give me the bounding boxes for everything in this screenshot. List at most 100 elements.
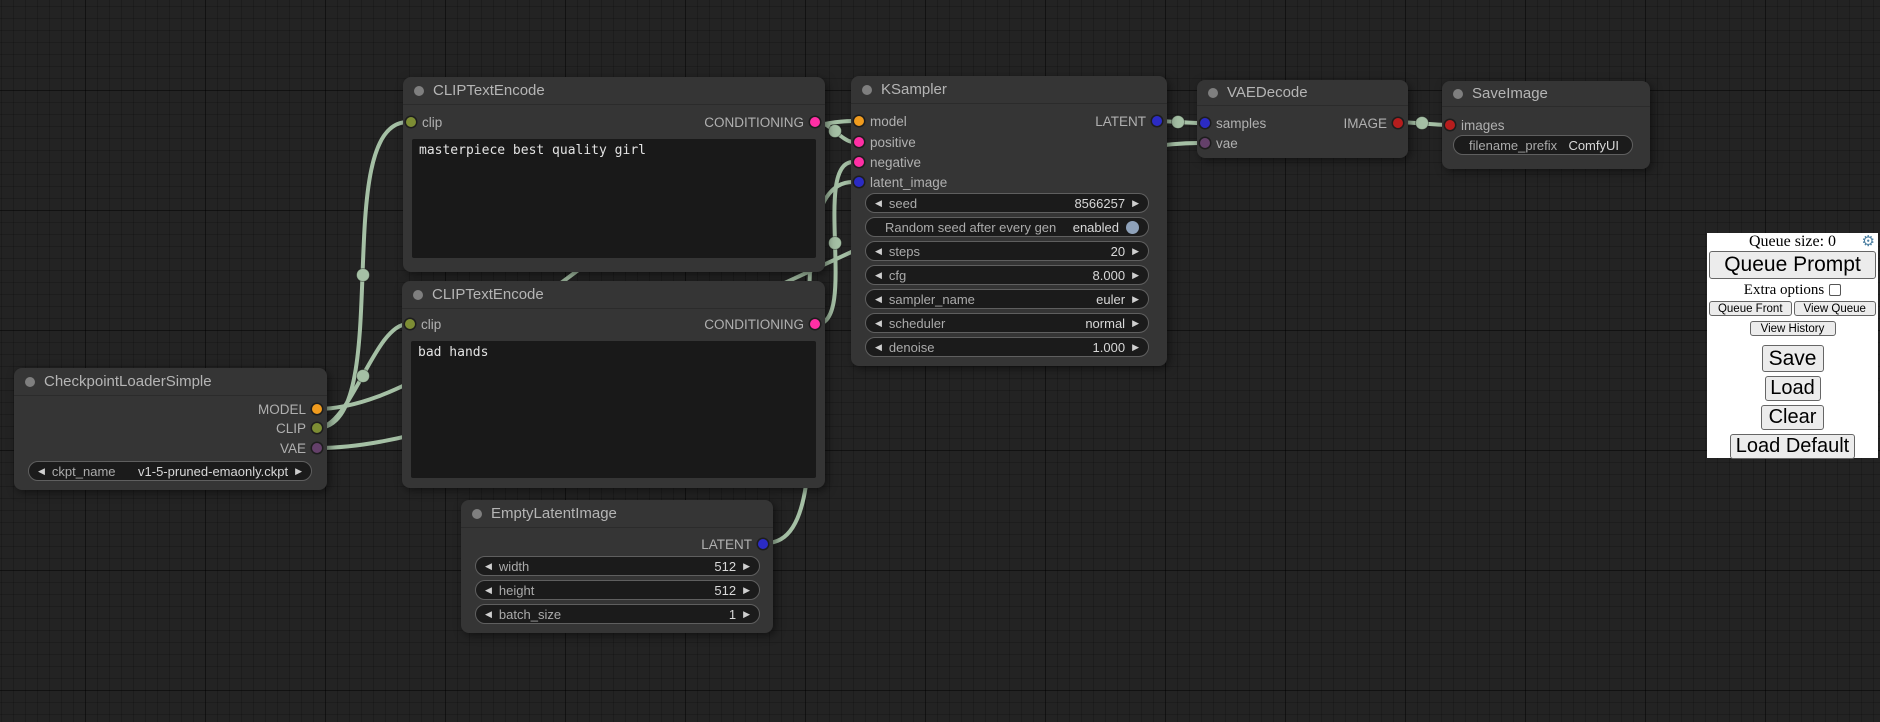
right-arrow-icon[interactable]: ▶ (743, 610, 750, 619)
left-arrow-icon[interactable]: ◀ (38, 467, 45, 476)
clip-port-icon[interactable] (406, 117, 416, 127)
node-title: CheckpointLoaderSimple (44, 373, 212, 390)
slot-input-vae: vae (1200, 133, 1238, 153)
node-ksampler[interactable]: KSampler model positive negative latent_… (851, 76, 1167, 366)
right-arrow-icon[interactable]: ▶ (1132, 343, 1139, 352)
node-collapse-dot-icon[interactable] (25, 377, 35, 387)
latent-port-icon[interactable] (1200, 118, 1210, 128)
latent-port-icon[interactable] (854, 177, 864, 187)
node-title-bar[interactable]: CheckpointLoaderSimple (14, 368, 327, 396)
right-arrow-icon[interactable]: ▶ (1132, 199, 1139, 208)
toggle-on-icon[interactable] (1126, 221, 1139, 234)
right-arrow-icon[interactable]: ▶ (1132, 319, 1139, 328)
slot-input-negative: negative (854, 152, 921, 172)
prompt-textarea[interactable]: masterpiece best quality girl (412, 139, 816, 258)
widget-value: v1-5-pruned-emaonly.ckpt (138, 464, 288, 479)
widget-denoise[interactable]: ◀ denoise 1.000 ▶ (865, 337, 1149, 357)
workflow-buttons: Save Load Clear Load Default (1709, 345, 1876, 459)
node-collapse-dot-icon[interactable] (1453, 89, 1463, 99)
left-arrow-icon[interactable]: ◀ (875, 319, 882, 328)
conditioning-port-icon[interactable] (854, 157, 864, 167)
right-arrow-icon[interactable]: ▶ (1132, 295, 1139, 304)
node-title-bar[interactable]: CLIPTextEncode (402, 281, 825, 309)
load-button[interactable]: Load (1765, 376, 1821, 401)
widget-value: 8566257 (1074, 196, 1125, 211)
slot-input-clip: clip (405, 314, 441, 334)
node-title: CLIPTextEncode (433, 82, 545, 99)
node-save-image[interactable]: SaveImage images filename_prefix ComfyUI (1442, 81, 1650, 169)
widget-random-seed-toggle[interactable]: Random seed after every gen enabled (865, 217, 1149, 237)
view-history-button[interactable]: View History (1750, 321, 1836, 336)
image-port-icon[interactable] (1393, 118, 1403, 128)
node-checkpoint-loader-simple[interactable]: CheckpointLoaderSimple MODEL CLIP VAE ◀ … (14, 368, 327, 490)
prompt-textarea[interactable]: bad hands (411, 341, 816, 478)
latent-port-icon[interactable] (1152, 116, 1162, 126)
node-title-bar[interactable]: SaveImage (1442, 81, 1650, 107)
slot-input-samples: samples (1200, 113, 1266, 133)
widget-sampler-name[interactable]: ◀ sampler_name euler ▶ (865, 289, 1149, 309)
widget-cfg[interactable]: ◀ cfg 8.000 ▶ (865, 265, 1149, 285)
model-port-icon[interactable] (312, 404, 322, 414)
widget-seed[interactable]: ◀ seed 8566257 ▶ (865, 193, 1149, 213)
slot-input-latent-image: latent_image (854, 172, 947, 192)
vae-port-icon[interactable] (1200, 138, 1210, 148)
widget-scheduler[interactable]: ◀ scheduler normal ▶ (865, 313, 1149, 333)
queue-front-button[interactable]: Queue Front (1709, 301, 1792, 316)
right-arrow-icon[interactable]: ▶ (1132, 247, 1139, 256)
widget-width[interactable]: ◀ width 512 ▶ (475, 556, 760, 576)
node-empty-latent-image[interactable]: EmptyLatentImage LATENT ◀ width 512 ▶ ◀ … (461, 500, 773, 633)
queue-prompt-button[interactable]: Queue Prompt (1709, 251, 1876, 279)
slot-label: latent_image (870, 175, 947, 190)
left-arrow-icon[interactable]: ◀ (485, 586, 492, 595)
conditioning-port-icon[interactable] (810, 319, 820, 329)
right-arrow-icon[interactable]: ▶ (743, 586, 750, 595)
left-arrow-icon[interactable]: ◀ (485, 610, 492, 619)
left-arrow-icon[interactable]: ◀ (875, 247, 882, 256)
node-collapse-dot-icon[interactable] (1208, 88, 1218, 98)
view-queue-button[interactable]: View Queue (1794, 301, 1877, 316)
right-arrow-icon[interactable]: ▶ (295, 467, 302, 476)
model-port-icon[interactable] (854, 116, 864, 126)
slot-label: VAE (280, 441, 306, 456)
settings-gear-icon[interactable]: ⚙ (1862, 234, 1875, 250)
extra-options-label: Extra options (1744, 282, 1824, 299)
left-arrow-icon[interactable]: ◀ (875, 199, 882, 208)
left-arrow-icon[interactable]: ◀ (875, 271, 882, 280)
node-collapse-dot-icon[interactable] (472, 509, 482, 519)
right-arrow-icon[interactable]: ▶ (743, 562, 750, 571)
widget-height[interactable]: ◀ height 512 ▶ (475, 580, 760, 600)
load-default-button[interactable]: Load Default (1730, 434, 1855, 459)
node-collapse-dot-icon[interactable] (413, 290, 423, 300)
node-clip-text-encode-negative[interactable]: CLIPTextEncode clip CONDITIONING bad han… (402, 281, 825, 488)
node-title-bar[interactable]: CLIPTextEncode (403, 77, 825, 105)
conditioning-port-icon[interactable] (810, 117, 820, 127)
widget-batch-size[interactable]: ◀ batch_size 1 ▶ (475, 604, 760, 624)
node-title-bar[interactable]: VAEDecode (1197, 80, 1408, 106)
clear-button[interactable]: Clear (1761, 405, 1824, 430)
node-collapse-dot-icon[interactable] (414, 86, 424, 96)
left-arrow-icon[interactable]: ◀ (485, 562, 492, 571)
slot-label: model (870, 114, 907, 129)
widget-steps[interactable]: ◀ steps 20 ▶ (865, 241, 1149, 261)
node-clip-text-encode-positive[interactable]: CLIPTextEncode clip CONDITIONING masterp… (403, 77, 825, 272)
widget-filename-prefix[interactable]: filename_prefix ComfyUI (1453, 135, 1633, 155)
extra-options-checkbox[interactable] (1829, 284, 1841, 296)
clip-port-icon[interactable] (405, 319, 415, 329)
left-arrow-icon[interactable]: ◀ (875, 295, 882, 304)
node-title-bar[interactable]: EmptyLatentImage (461, 500, 773, 528)
node-vae-decode[interactable]: VAEDecode samples vae IMAGE (1197, 80, 1408, 158)
widget-label: Random seed after every gen (875, 220, 1056, 235)
vae-port-icon[interactable] (312, 443, 322, 453)
conditioning-port-icon[interactable] (854, 137, 864, 147)
image-port-icon[interactable] (1445, 120, 1455, 130)
left-arrow-icon[interactable]: ◀ (875, 343, 882, 352)
save-button[interactable]: Save (1762, 345, 1824, 372)
latent-port-icon[interactable] (758, 539, 768, 549)
view-history-row: View History (1709, 321, 1876, 336)
clip-port-icon[interactable] (312, 423, 322, 433)
right-arrow-icon[interactable]: ▶ (1132, 271, 1139, 280)
slot-label: clip (422, 115, 442, 130)
widget-ckpt-name[interactable]: ◀ ckpt_name v1-5-pruned-emaonly.ckpt ▶ (28, 461, 312, 481)
node-collapse-dot-icon[interactable] (862, 85, 872, 95)
node-title-bar[interactable]: KSampler (851, 76, 1167, 104)
